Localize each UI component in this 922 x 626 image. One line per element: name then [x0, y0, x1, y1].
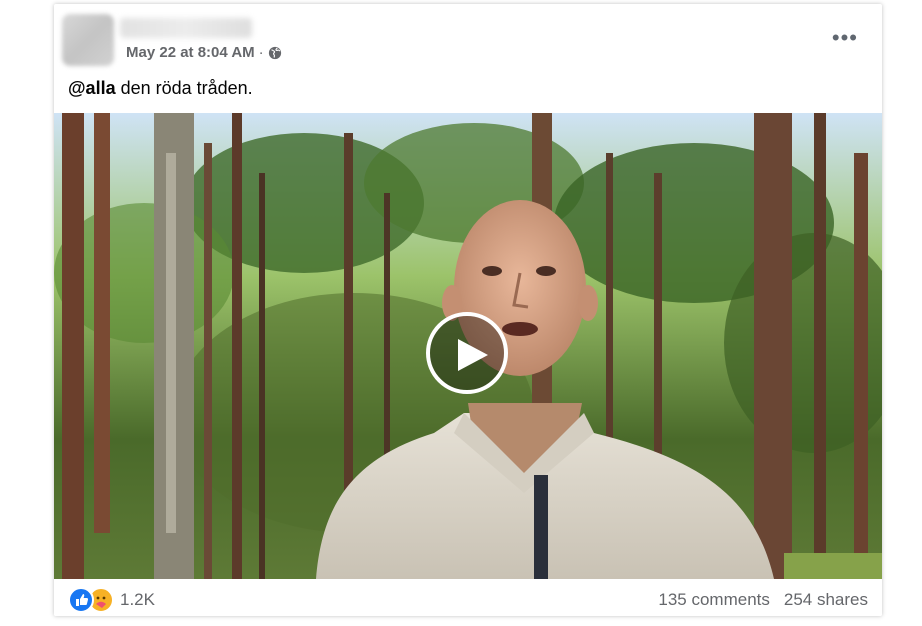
more-options-button[interactable]: •••	[832, 27, 858, 49]
timestamp[interactable]: May 22 at 8:04 AM	[126, 44, 255, 61]
play-icon	[458, 339, 488, 371]
reaction-summary[interactable]: 1.2K	[68, 587, 155, 613]
play-button[interactable]	[426, 312, 508, 394]
globe-icon	[268, 46, 282, 60]
video-player[interactable]	[54, 113, 882, 579]
author-name-blurred[interactable]	[120, 18, 252, 38]
separator: ·	[258, 44, 264, 61]
engagement-stats: 135 comments 254 shares	[658, 590, 868, 610]
reaction-count[interactable]: 1.2K	[120, 590, 155, 610]
like-icon	[68, 587, 94, 613]
avatar[interactable]	[62, 14, 114, 66]
post-caption: @alla den röda tråden.	[68, 78, 253, 99]
mention-link[interactable]: @alla	[68, 78, 116, 98]
caption-text: den röda tråden.	[115, 78, 253, 98]
comments-count[interactable]: 135 comments	[658, 590, 770, 610]
post-meta: May 22 at 8:04 AM ·	[126, 44, 282, 61]
post-card: May 22 at 8:04 AM · ••• @alla den röda t…	[54, 4, 882, 616]
shares-count[interactable]: 254 shares	[784, 590, 868, 610]
post-footer: 1.2K 135 comments 254 shares	[54, 579, 882, 616]
